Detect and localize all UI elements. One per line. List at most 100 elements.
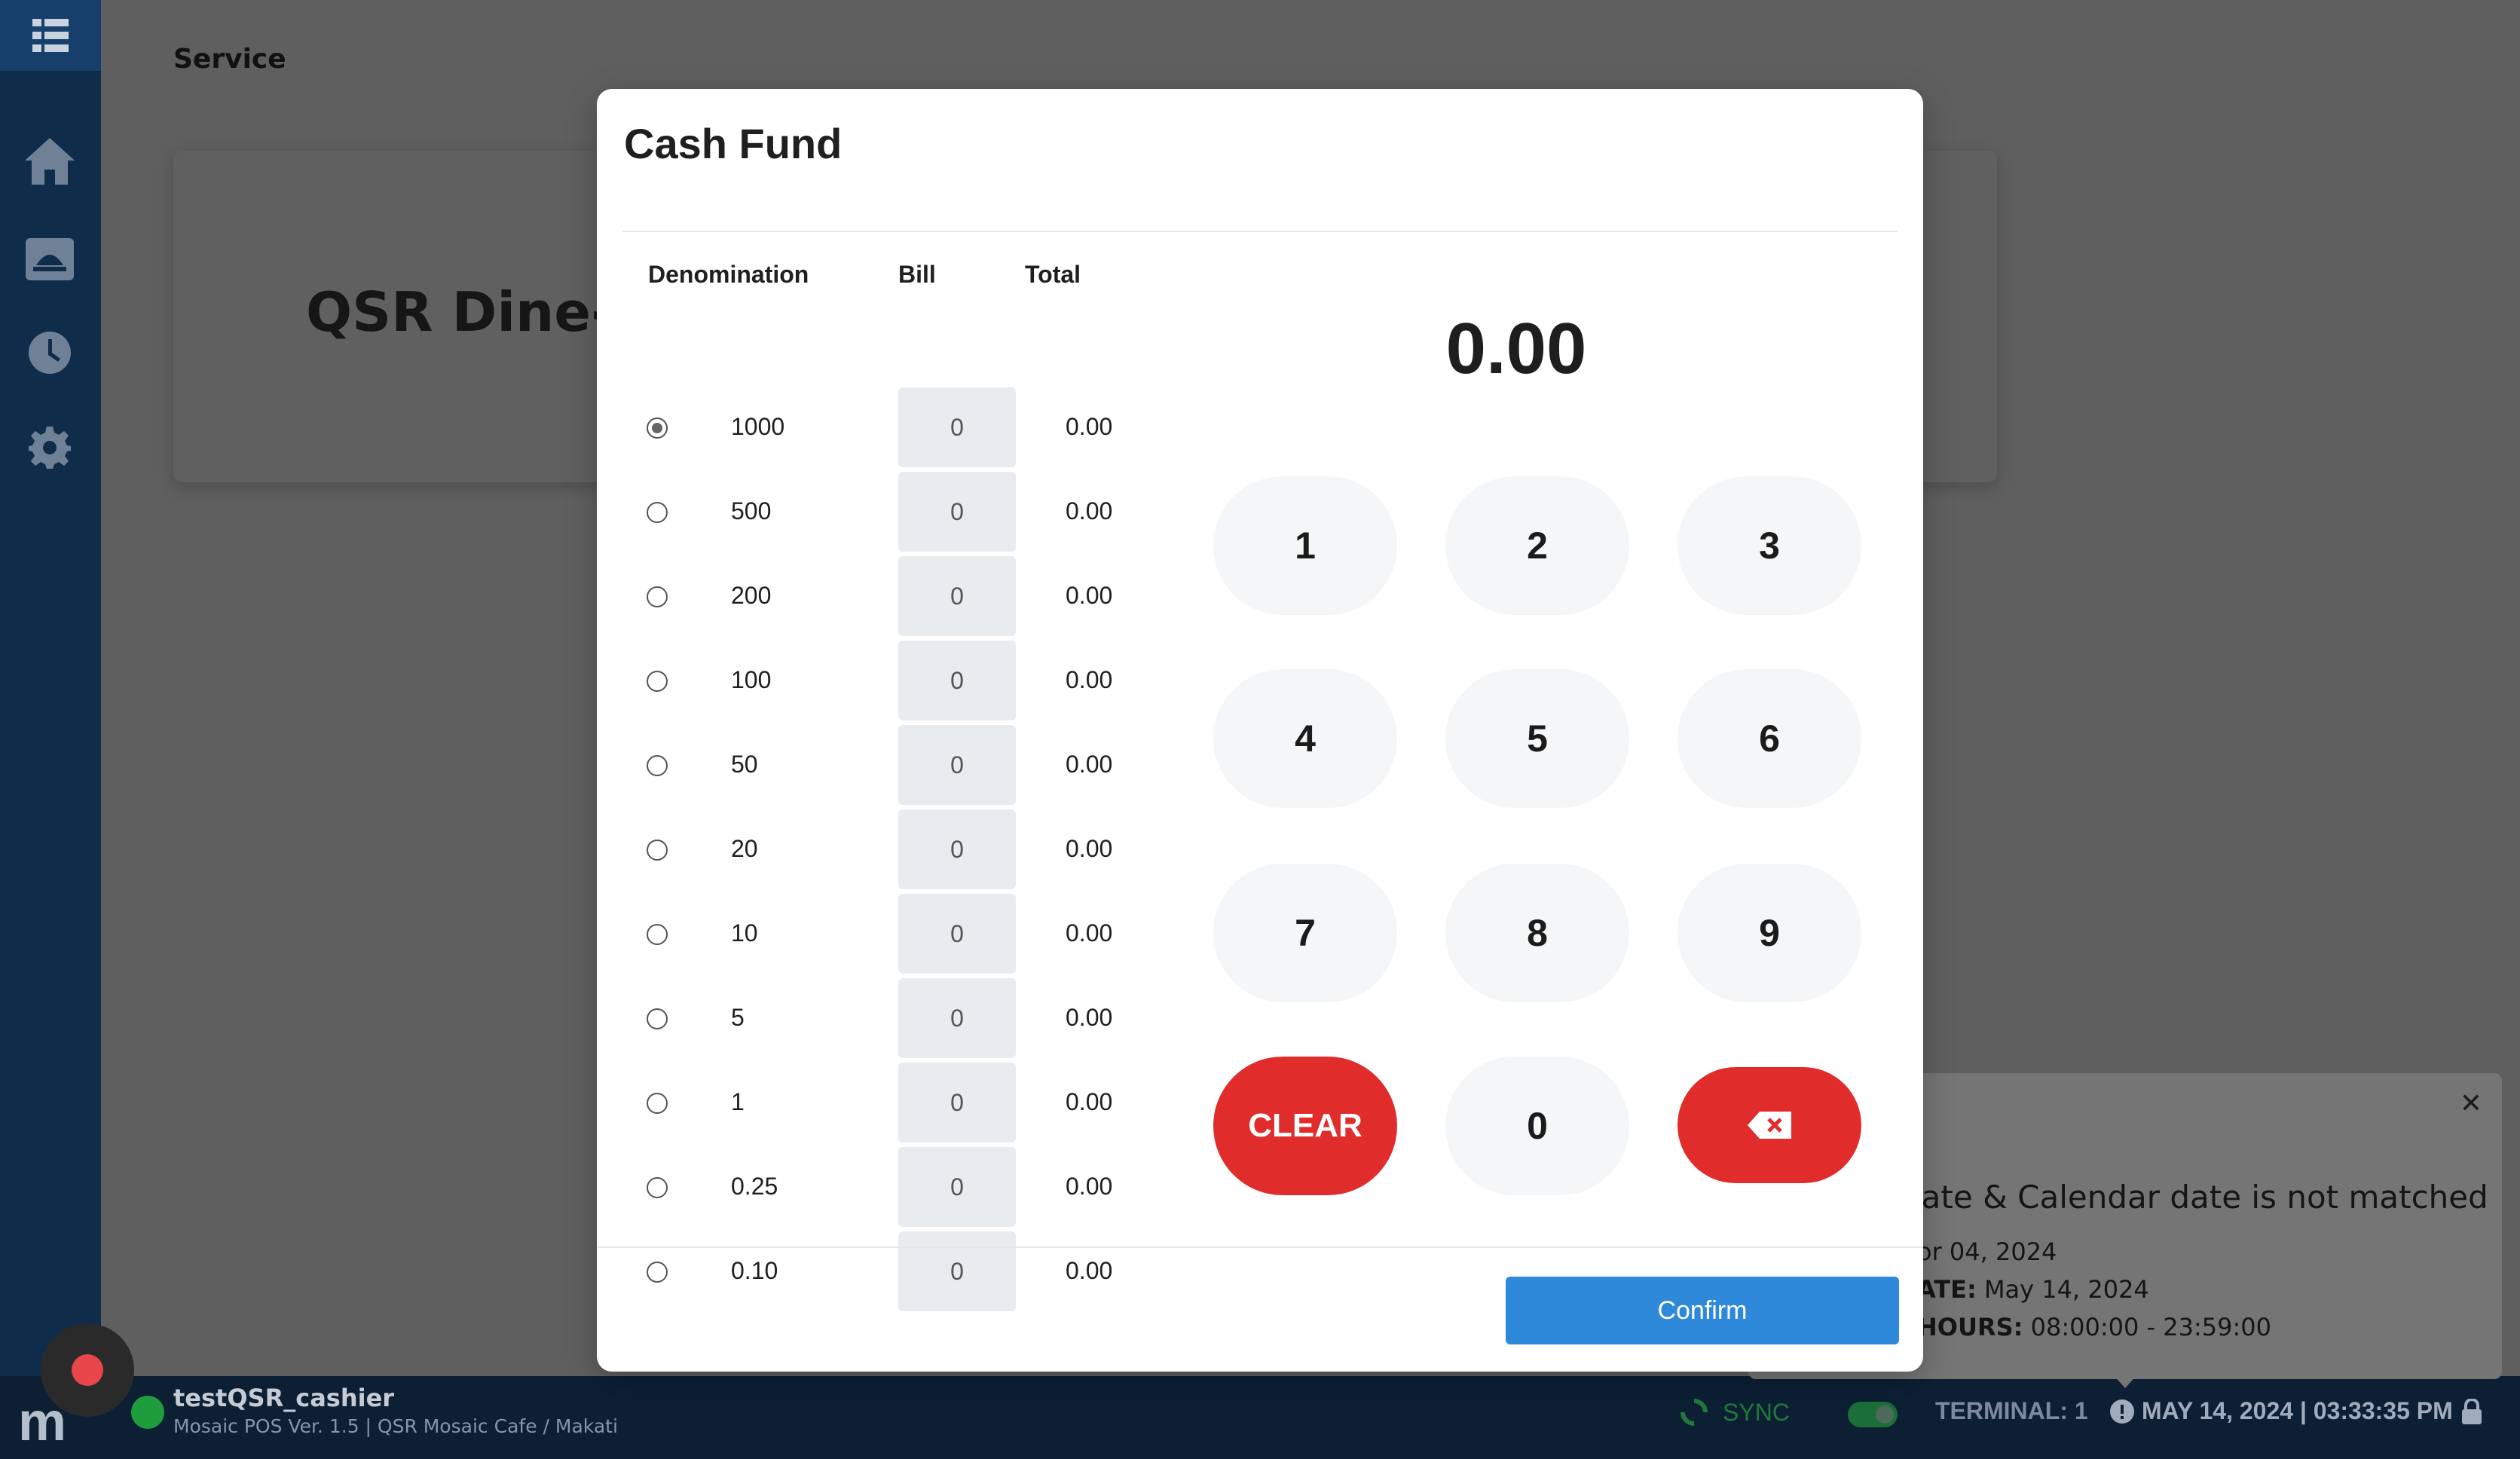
row-total: 0.00 bbox=[1066, 835, 1113, 862]
clear-button[interactable]: CLEAR bbox=[1213, 1057, 1397, 1195]
row-total: 0.00 bbox=[1066, 497, 1113, 525]
denomination-radio[interactable] bbox=[647, 418, 668, 439]
mode-toggle[interactable] bbox=[1848, 1402, 1898, 1427]
denomination-row: 50.00 bbox=[597, 978, 1170, 1058]
cashier-name: testQSR_cashier bbox=[173, 1384, 395, 1412]
bill-count-input[interactable] bbox=[898, 894, 1016, 974]
denomination-value: 1000 bbox=[731, 413, 785, 440]
denomination-row: 100.00 bbox=[597, 894, 1170, 974]
denomination-radio[interactable] bbox=[647, 1262, 668, 1283]
denomination-radio[interactable] bbox=[647, 1177, 668, 1198]
denomination-value: 500 bbox=[731, 497, 772, 525]
toast-hours-value: 08:00:00 - 23:59:00 bbox=[2023, 1313, 2271, 1341]
sync-button[interactable]: SYNC bbox=[1677, 1396, 1790, 1429]
denomination-value: 200 bbox=[731, 582, 772, 609]
row-total: 0.00 bbox=[1066, 666, 1113, 693]
keypad-3-button[interactable]: 3 bbox=[1677, 476, 1861, 615]
bill-count-input[interactable] bbox=[898, 472, 1016, 552]
denomination-radio[interactable] bbox=[647, 502, 668, 523]
bill-count-input[interactable] bbox=[898, 387, 1016, 467]
denomination-value: 5 bbox=[731, 1004, 745, 1031]
denomination-value: 0.25 bbox=[731, 1173, 778, 1200]
bill-count-input[interactable] bbox=[898, 1147, 1016, 1227]
bill-count-input[interactable] bbox=[898, 641, 1016, 720]
row-total: 0.00 bbox=[1066, 1088, 1113, 1115]
bill-count-input[interactable] bbox=[898, 1063, 1016, 1142]
toast-business-date: or 04, 2024 bbox=[1917, 1237, 2057, 1266]
row-total: 0.00 bbox=[1066, 1257, 1113, 1284]
backspace-button[interactable] bbox=[1677, 1067, 1861, 1183]
online-status-indicator bbox=[131, 1396, 164, 1429]
denomination-radio[interactable] bbox=[647, 924, 668, 945]
bill-count-input[interactable] bbox=[898, 978, 1016, 1058]
denomination-value: 1 bbox=[731, 1088, 745, 1115]
keypad-2-button[interactable]: 2 bbox=[1445, 476, 1629, 615]
modal-title: Cash Fund bbox=[624, 120, 843, 167]
denomination-radio[interactable] bbox=[647, 755, 668, 776]
denomination-value: 10 bbox=[731, 919, 758, 947]
header-divider bbox=[622, 231, 1898, 232]
keypad-9-button[interactable]: 9 bbox=[1677, 864, 1861, 1002]
terminal-label: TERMINAL: 1 bbox=[1935, 1397, 2088, 1424]
toast-calendar-date-label: ATE: bbox=[1917, 1275, 1977, 1304]
row-total: 0.00 bbox=[1066, 582, 1113, 609]
keypad-5-button[interactable]: 5 bbox=[1445, 669, 1629, 808]
record-icon bbox=[72, 1354, 103, 1386]
column-header-denomination: Denomination bbox=[648, 261, 809, 288]
toast-calendar-date: ATE: May 14, 2024 bbox=[1917, 1275, 2149, 1304]
keypad-1-button[interactable]: 1 bbox=[1213, 476, 1397, 615]
keypad-4-button[interactable]: 4 bbox=[1213, 669, 1397, 808]
amount-display: 0.00 bbox=[1445, 308, 1587, 389]
backspace-icon bbox=[1748, 1112, 1791, 1139]
denomination-value: 20 bbox=[731, 835, 758, 862]
bill-count-input[interactable] bbox=[898, 1231, 1016, 1311]
row-total: 0.00 bbox=[1066, 751, 1113, 778]
denomination-row: 200 0.00 bbox=[597, 556, 1170, 636]
keypad-7-button[interactable]: 7 bbox=[1213, 864, 1397, 1002]
close-icon[interactable]: ✕ bbox=[2460, 1088, 2482, 1119]
keypad-8-button[interactable]: 8 bbox=[1445, 864, 1629, 1002]
record-button[interactable] bbox=[41, 1323, 134, 1417]
denomination-row: 100 0.00 bbox=[597, 641, 1170, 720]
gear-icon[interactable] bbox=[21, 419, 78, 476]
denomination-radio[interactable] bbox=[647, 586, 668, 607]
bill-count-input[interactable] bbox=[898, 725, 1016, 805]
confirm-button[interactable]: Confirm bbox=[1506, 1277, 1899, 1344]
keypad-0-button[interactable]: 0 bbox=[1445, 1057, 1629, 1195]
bill-count-input[interactable] bbox=[898, 556, 1016, 636]
denomination-row: 0.10 0.00 bbox=[597, 1231, 1170, 1311]
row-total: 0.00 bbox=[1066, 413, 1113, 440]
datetime-text: MAY 14, 2024 | 03:33:35 PM bbox=[2142, 1397, 2453, 1424]
denomination-row: 500.00 bbox=[597, 725, 1170, 805]
denomination-radio[interactable] bbox=[647, 671, 668, 692]
denomination-value: 0.10 bbox=[731, 1257, 778, 1284]
home-icon[interactable] bbox=[21, 133, 78, 190]
tray-icon[interactable] bbox=[21, 231, 78, 288]
footer-divider bbox=[597, 1246, 1923, 1248]
column-header-bill: Bill bbox=[898, 261, 936, 288]
denomination-value: 100 bbox=[731, 666, 772, 693]
sync-icon bbox=[1681, 1399, 1708, 1426]
denomination-row: 10.00 bbox=[597, 1063, 1170, 1142]
keypad-6-button[interactable]: 6 bbox=[1677, 669, 1861, 808]
denomination-radio[interactable] bbox=[647, 1008, 668, 1029]
toast-pointer bbox=[2113, 1375, 2137, 1388]
denomination-radio[interactable] bbox=[647, 1093, 668, 1114]
clock-icon[interactable] bbox=[21, 324, 78, 381]
service-card-title: QSR Dine-I bbox=[306, 280, 634, 344]
row-total: 0.00 bbox=[1066, 919, 1113, 947]
denomination-radio[interactable] bbox=[647, 840, 668, 861]
bill-count-input[interactable] bbox=[898, 809, 1016, 889]
lock-icon[interactable] bbox=[2460, 1398, 2483, 1424]
sync-label: SYNC bbox=[1723, 1398, 1790, 1426]
denomination-row: 200.00 bbox=[597, 809, 1170, 889]
denomination-row: 0.25 0.00 bbox=[597, 1147, 1170, 1227]
sidebar bbox=[0, 0, 101, 1459]
toast-hours-label: HOURS: bbox=[1917, 1313, 2023, 1341]
row-total: 0.00 bbox=[1066, 1173, 1113, 1200]
menu-list-icon[interactable] bbox=[0, 0, 101, 71]
column-header-total: Total bbox=[1025, 261, 1081, 288]
app-version-info: Mosaic POS Ver. 1.5 | QSR Mosaic Cafe / … bbox=[173, 1415, 618, 1437]
toast-calendar-date-value: May 14, 2024 bbox=[1976, 1275, 2149, 1304]
row-total: 0.00 bbox=[1066, 1004, 1113, 1031]
